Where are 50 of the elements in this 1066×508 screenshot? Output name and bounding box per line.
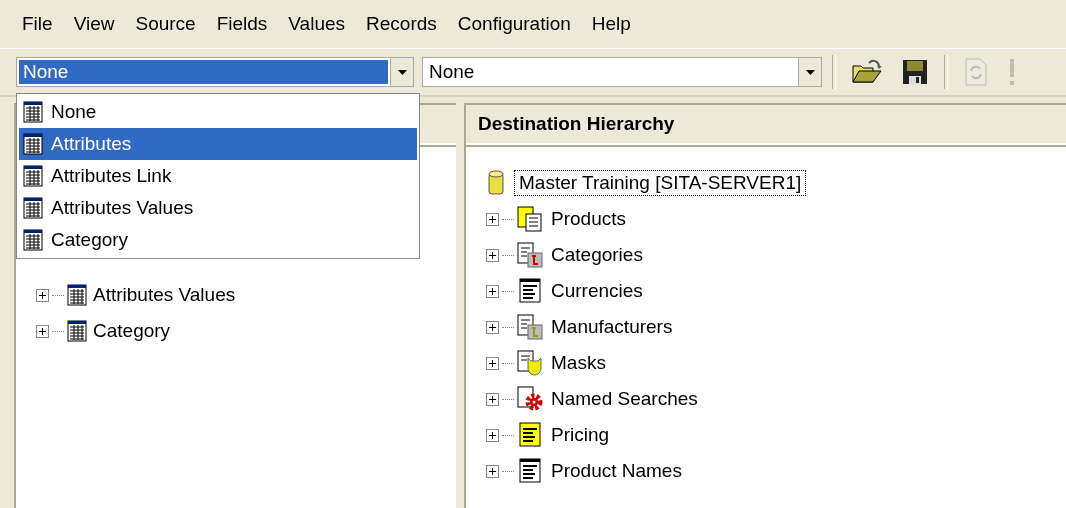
menu-item[interactable]: Help	[591, 13, 631, 35]
expand-icon[interactable]	[36, 324, 49, 338]
tree-item[interactable]: Categories	[551, 244, 643, 266]
tree-item[interactable]: Pricing	[551, 424, 610, 446]
expand-icon[interactable]	[486, 428, 499, 442]
expand-icon[interactable]	[486, 392, 499, 406]
dropdown-option[interactable]: None	[19, 96, 417, 128]
source-dropdown[interactable]: None	[16, 57, 414, 87]
menu-item[interactable]: Fields	[216, 13, 268, 35]
tree-item[interactable]: Product Names	[551, 460, 682, 482]
tree-root[interactable]: Master Training [SITA-SERVER1]	[514, 170, 807, 196]
dropdown-option[interactable]: Attributes Values	[19, 192, 417, 224]
tree-item[interactable]: Named Searches	[551, 388, 698, 410]
dropdown-option[interactable]: Category	[19, 224, 417, 256]
menu-item[interactable]: Records	[366, 13, 437, 35]
menu-item[interactable]: Values	[288, 13, 346, 35]
database-icon	[488, 170, 504, 196]
caret-icon	[805, 69, 815, 75]
menu-item[interactable]: File	[22, 13, 53, 35]
menu-item[interactable]: View	[73, 13, 115, 35]
table-icon	[23, 197, 43, 219]
table-icon	[67, 284, 87, 306]
tree-item[interactable]: Category	[93, 320, 171, 342]
tree-item[interactable]: Attributes Values	[93, 284, 236, 306]
tree-item[interactable]: Manufacturers	[551, 316, 673, 338]
expand-icon[interactable]	[36, 288, 49, 302]
expand-icon[interactable]	[486, 284, 499, 298]
pane-title: Destination Hierarchy	[478, 113, 675, 135]
tree-item[interactable]: Products	[551, 208, 626, 230]
table-icon	[23, 101, 43, 123]
dropdown-option[interactable]: Attributes	[19, 128, 417, 160]
menu-item[interactable]: Configuration	[457, 13, 571, 35]
destination-dropdown[interactable]: None	[422, 57, 822, 87]
expand-icon[interactable]	[486, 212, 499, 226]
menu-item[interactable]: Source	[135, 13, 196, 35]
expand-icon[interactable]	[486, 248, 499, 262]
dropdown-option[interactable]: Attributes Link	[19, 160, 417, 192]
expand-icon[interactable]	[486, 320, 499, 334]
expand-icon[interactable]	[486, 464, 499, 478]
table-icon	[23, 165, 43, 187]
tree-item[interactable]: Currencies	[551, 280, 643, 302]
table-icon	[23, 229, 43, 251]
table-icon	[23, 133, 43, 155]
caret-icon	[397, 69, 407, 75]
tree-item[interactable]: Masks	[551, 352, 606, 374]
table-icon	[67, 320, 87, 342]
exclamation-icon	[1007, 57, 1017, 87]
folder-icon	[851, 58, 883, 86]
refresh-icon	[963, 57, 989, 87]
expand-icon[interactable]	[486, 356, 499, 370]
